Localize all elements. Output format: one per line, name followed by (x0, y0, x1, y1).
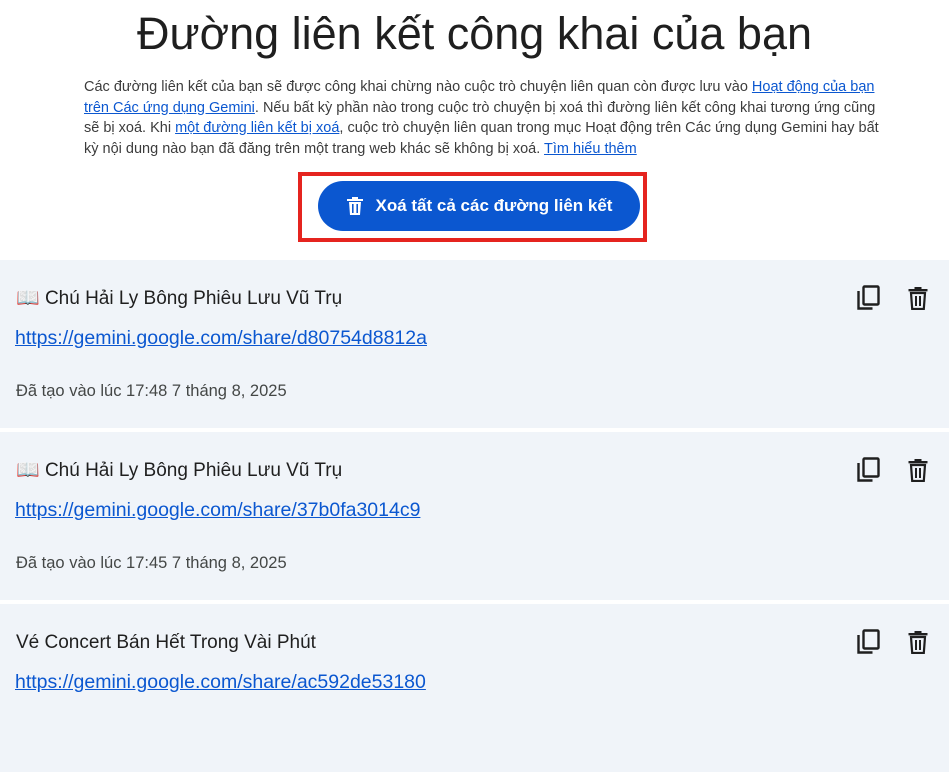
link-title: 📖 Chú Hải Ly Bông Phiêu Lưu Vũ Trụ (16, 459, 342, 483)
delete-all-button[interactable]: Xoá tất cả các đường liên kết (318, 181, 640, 231)
deleted-link-help[interactable]: một đường liên kết bị xoá (175, 120, 339, 136)
link-card: 📖 Chú Hải Ly Bông Phiêu Lưu Vũ Trụ https… (0, 432, 949, 600)
delete-link-button[interactable] (902, 284, 934, 316)
copy-icon (856, 456, 880, 488)
book-emoji-icon: 📖 (16, 288, 40, 309)
link-card: Vé Concert Bán Hết Trong Vài Phút https:… (0, 604, 949, 772)
share-url[interactable]: https://gemini.google.com/share/d80754d8… (15, 326, 427, 350)
link-card: 📖 Chú Hải Ly Bông Phiêu Lưu Vũ Trụ https… (0, 260, 949, 428)
link-list: 📖 Chú Hải Ly Bông Phiêu Lưu Vũ Trụ https… (0, 260, 949, 776)
copy-button[interactable] (852, 456, 884, 488)
link-title-text: Chú Hải Ly Bông Phiêu Lưu Vũ Trụ (44, 288, 343, 309)
copy-button[interactable] (852, 628, 884, 660)
trash-icon (907, 458, 929, 487)
trash-icon (907, 630, 929, 659)
link-title: 📖 Chú Hải Ly Bông Phiêu Lưu Vũ Trụ (16, 287, 342, 311)
delete-all-label: Xoá tất cả các đường liên kết (375, 196, 613, 215)
trash-icon (346, 196, 364, 216)
link-title-text: Chú Hải Ly Bông Phiêu Lưu Vũ Trụ (44, 460, 343, 481)
created-date: Đã tạo vào lúc 17:48 7 tháng 8, 2025 (16, 382, 287, 400)
link-title-text: Vé Concert Bán Hết Trong Vài Phút (16, 632, 316, 653)
learn-more-link[interactable]: Tìm hiểu thêm (544, 141, 637, 157)
book-emoji-icon: 📖 (16, 460, 40, 481)
copy-icon (856, 284, 880, 316)
description: Các đường liên kết của bạn sẽ được công … (84, 77, 884, 159)
trash-icon (907, 286, 929, 315)
page-title: Đường liên kết công khai của bạn (136, 8, 813, 59)
share-url[interactable]: https://gemini.google.com/share/ac592de5… (15, 670, 426, 694)
description-text-1: Các đường liên kết của bạn sẽ được công … (84, 79, 752, 95)
link-title: Vé Concert Bán Hết Trong Vài Phút (16, 631, 316, 655)
delete-link-button[interactable] (902, 628, 934, 660)
copy-icon (856, 628, 880, 660)
created-date: Đã tạo vào lúc 17:45 7 tháng 8, 2025 (16, 554, 287, 572)
share-url[interactable]: https://gemini.google.com/share/37b0fa30… (15, 498, 420, 522)
copy-button[interactable] (852, 284, 884, 316)
delete-link-button[interactable] (902, 456, 934, 488)
